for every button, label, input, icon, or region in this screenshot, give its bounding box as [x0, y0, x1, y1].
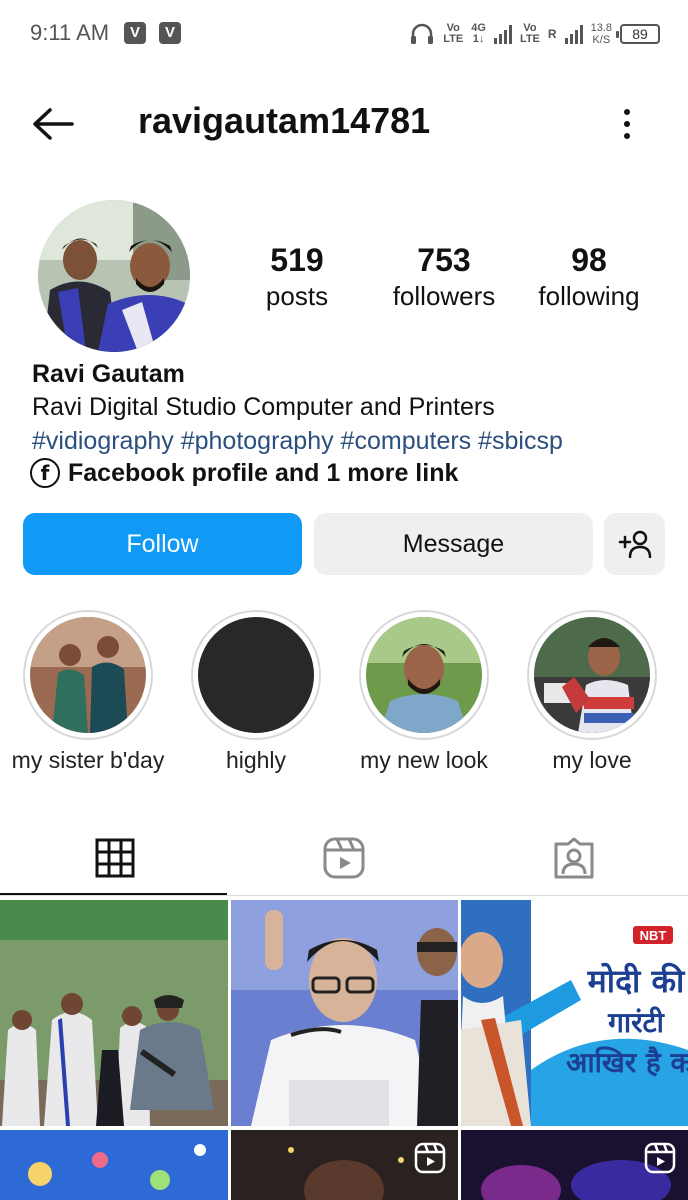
grid-post[interactable] [231, 900, 458, 1126]
posts-label: posts [265, 281, 329, 311]
highlight-cover [198, 617, 314, 733]
followers-label: followers [392, 281, 496, 311]
signal-icon [493, 24, 512, 44]
profile-links-label: Facebook profile and 1 more link [68, 458, 459, 487]
avatar-photo [38, 200, 190, 352]
followers-value: 753 [417, 242, 471, 278]
suggest-users-button[interactable] [604, 513, 665, 575]
post-thumbnail [231, 900, 458, 1126]
facebook-icon: f [30, 458, 60, 488]
reels-icon [644, 1142, 676, 1174]
notification-badge: V [159, 22, 181, 44]
highlight-item[interactable]: highly [172, 610, 340, 774]
profile-username: ravigautam14781 [138, 100, 431, 141]
message-button[interactable]: Message [314, 513, 593, 575]
reels-icon [323, 837, 364, 879]
highlight-label: highly [225, 747, 287, 773]
arrow-left-icon [33, 108, 74, 140]
bio-hashtags[interactable]: #vidiography #photography #computers #sb… [32, 427, 563, 456]
post-banner-text: NBT [640, 928, 667, 943]
post-headline: आखिर है क [566, 1046, 688, 1079]
highlight-ring [359, 610, 489, 740]
more-vertical-icon [624, 109, 630, 115]
following-label: following [538, 281, 640, 311]
grid-icon [95, 838, 134, 878]
display-name: Ravi Gautam [32, 360, 185, 388]
tab-reels[interactable] [229, 820, 458, 896]
network-type-indicator: 4G 1↓ [471, 22, 486, 45]
highlight-item[interactable]: my new look [340, 610, 508, 774]
post-headline: गारंटी [607, 1006, 666, 1039]
add-user-icon [618, 530, 651, 558]
highlight-ring [527, 610, 657, 740]
tagged-icon [554, 837, 593, 879]
post-headline: मोदी की [587, 962, 686, 1000]
grid-post[interactable] [0, 1130, 228, 1200]
status-time: 9:11 AM [30, 20, 110, 45]
highlight-cover [30, 617, 146, 733]
bio-text: Ravi Digital Studio Computer and Printer… [32, 393, 495, 421]
roaming-indicator: R [547, 26, 557, 41]
status-bar: 9:11 AM V V Vo LTE 4G 1↓ Vo LTE R 13.8 K/S 8… [0, 0, 688, 70]
more-options-button[interactable] [612, 102, 642, 146]
profile-avatar[interactable] [38, 200, 190, 352]
reels-icon [414, 1142, 446, 1174]
tab-posts-grid[interactable] [0, 820, 229, 896]
grid-post[interactable] [461, 1130, 688, 1200]
highlight-cover [366, 617, 482, 733]
network-speed: 13.8 K/S [590, 22, 612, 46]
posts-value: 519 [270, 242, 324, 278]
battery-icon: 89 [616, 24, 660, 44]
headphones-icon [411, 23, 434, 44]
volte-indicator: Vo LTE [443, 22, 464, 45]
posts-count[interactable]: 519 posts [252, 240, 342, 312]
status-indicators: Vo LTE 4G 1↓ Vo LTE R 13.8 K/S 89 [409, 18, 660, 50]
grid-post[interactable] [231, 1130, 458, 1200]
post-thumbnail [0, 1130, 228, 1200]
highlight-label: my sister b'day [11, 747, 165, 773]
following-value: 98 [571, 242, 607, 278]
highlight-item[interactable]: my love [508, 610, 676, 774]
highlight-ring [191, 610, 321, 740]
grid-post[interactable]: NBT मोदी की गारंटी आखिर है क [461, 900, 688, 1126]
grid-post[interactable] [0, 900, 228, 1126]
follow-button[interactable]: Follow [23, 513, 302, 575]
back-button[interactable] [28, 102, 78, 146]
tab-tagged[interactable] [459, 820, 688, 896]
followers-count[interactable]: 753 followers [384, 240, 504, 312]
highlight-item[interactable]: my sister b'day [4, 610, 172, 774]
highlight-label: my new look [360, 747, 488, 773]
post-thumbnail [0, 900, 228, 1126]
highlight-cover [534, 617, 650, 733]
tabs-divider [0, 895, 688, 896]
following-count[interactable]: 98 following [530, 240, 648, 312]
post-thumbnail: NBT मोदी की गारंटी आखिर है क [461, 900, 688, 1126]
volte-indicator: Vo LTE [519, 22, 540, 45]
highlight-ring [23, 610, 153, 740]
signal-icon [564, 24, 583, 44]
highlight-label: my love [552, 747, 632, 773]
notification-badge: V [124, 22, 146, 44]
profile-links[interactable]: f Facebook profile and 1 more link [30, 458, 458, 488]
